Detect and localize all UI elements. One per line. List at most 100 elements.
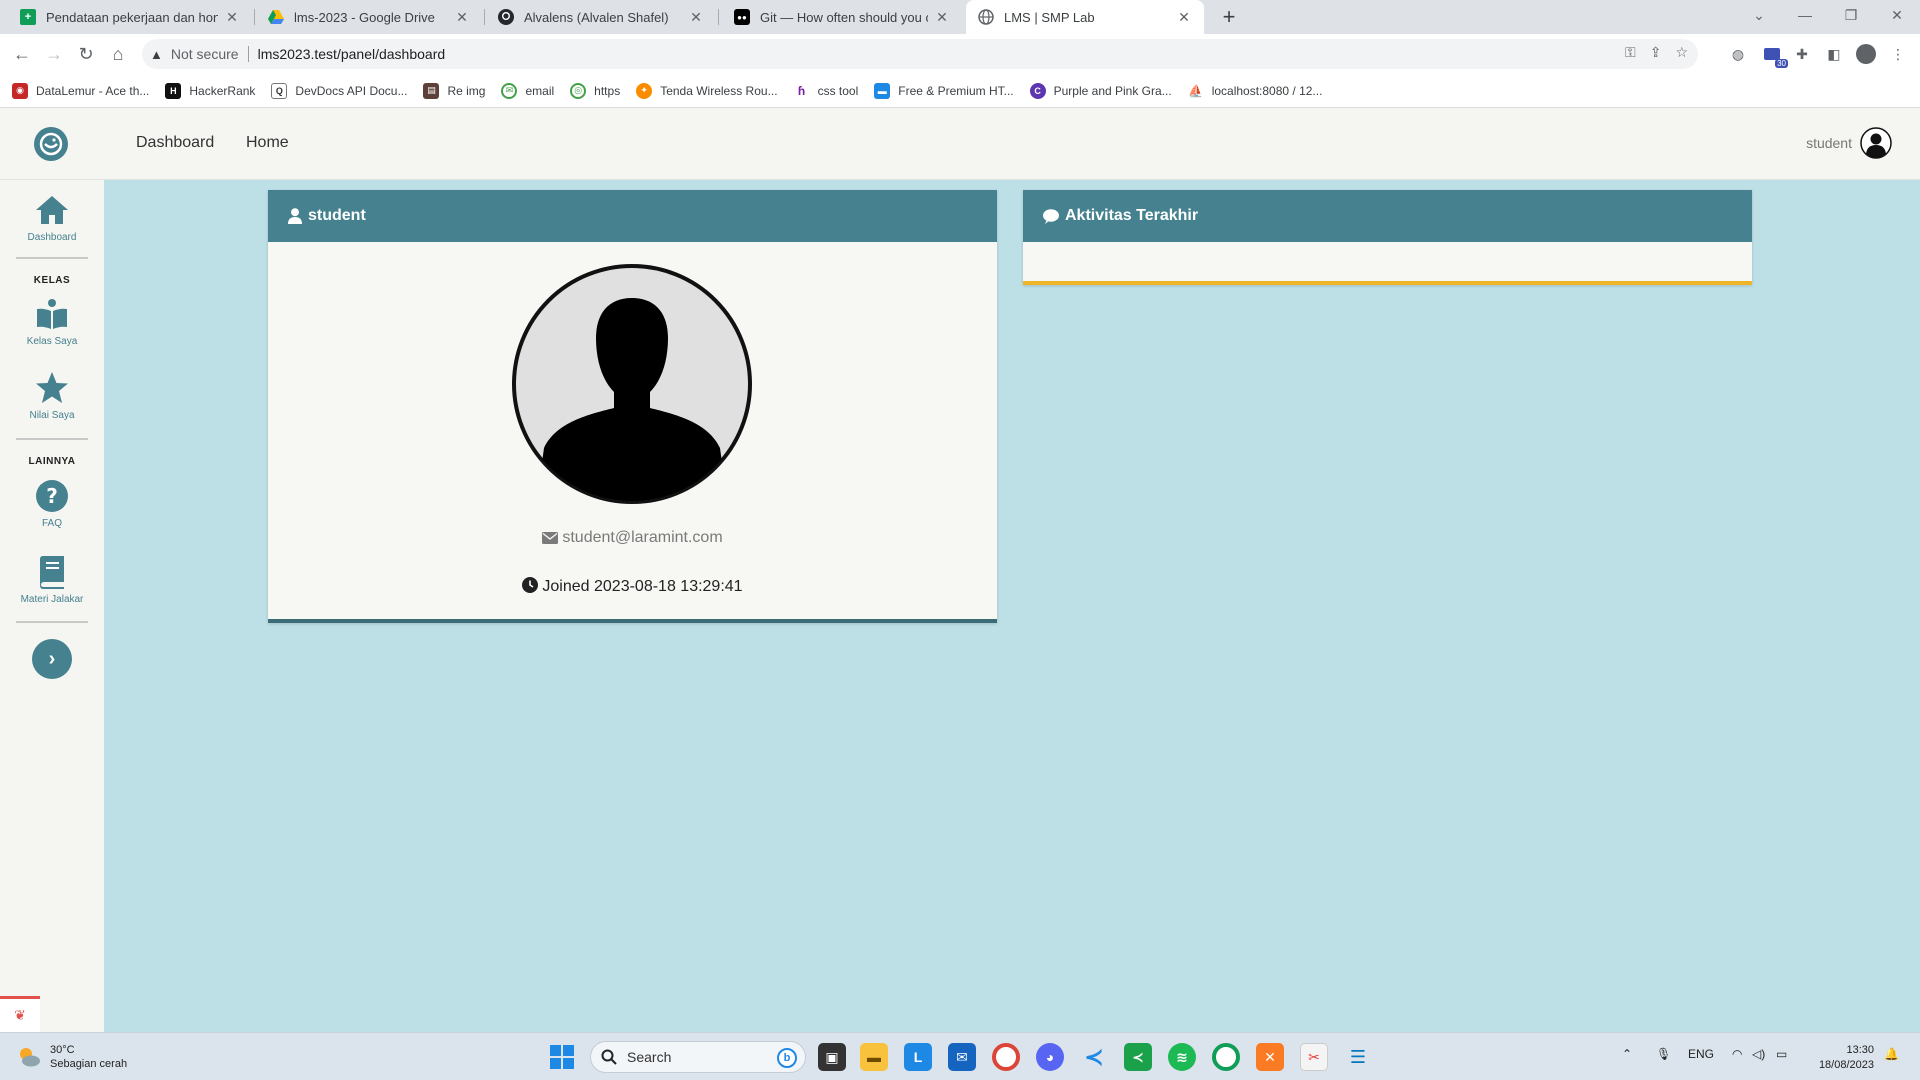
snipping-tool-icon[interactable]: ✂ [1300,1043,1328,1071]
bookmark-purple-pink[interactable]: C Purple and Pink Gra... [1029,82,1172,99]
sidebar-item-faq[interactable]: ? FAQ [0,478,104,529]
close-tab-icon[interactable]: ✕ [224,9,240,26]
battery-icon[interactable]: ▭ [1776,1047,1787,1061]
app-logo-icon[interactable] [34,127,68,161]
bookmark-free-premium[interactable]: ▬ Free & Premium HT... [874,82,1014,99]
not-secure-label[interactable]: Not secure [171,46,239,62]
key-icon[interactable]: ⚿ [1625,44,1636,61]
tab-search-icon[interactable]: ⌄ [1736,0,1782,30]
vscode-insiders-icon[interactable]: ≺ [1124,1043,1152,1071]
tab-title: lms-2023 - Google Drive [294,9,435,25]
bookmark-hackerrank[interactable]: H HackerRank [165,82,255,99]
url-text[interactable]: lms2023.test/panel/dashboard [258,46,446,62]
windows-start-icon[interactable] [550,1045,574,1069]
drive-icon [268,9,284,25]
puzzle-icon[interactable]: ✚ [1790,42,1814,66]
windows-taskbar: 30°C Sebagian cerah Search b ▣ ▬ L ✉ ◕ ≺… [0,1032,1920,1080]
discord-icon[interactable]: ◕ [1036,1043,1064,1071]
address-bar[interactable]: ▲ Not secure lms2023.test/panel/dashboar… [142,39,1698,69]
taskbar-search[interactable]: Search b [590,1041,806,1073]
chrome-profile-icon[interactable] [1212,1043,1240,1071]
task-view-icon[interactable]: ▣ [818,1043,846,1071]
language-indicator[interactable]: ENG [1688,1047,1714,1061]
sidebar-expand-button[interactable]: › [32,639,72,679]
user-name[interactable]: student [1806,135,1852,151]
minimize-button[interactable]: — [1782,0,1828,30]
bookmark-re-img[interactable]: ▤ Re img [423,82,485,99]
sidebar-item-kelas-saya[interactable]: Kelas Saya [0,296,104,347]
back-icon[interactable]: ← [10,42,34,66]
https-icon: ◎ [570,82,587,99]
notepad-icon[interactable]: ☰ [1344,1043,1372,1071]
sidebar-divider [16,621,88,623]
show-hidden-icons-icon[interactable]: ⌃ [1622,1047,1632,1061]
phpmyadmin-icon: ⛵ [1187,82,1204,99]
laravel-debug-icon[interactable]: ❦ [0,996,40,1032]
bookmark-label: email [525,83,555,98]
activity-card: Aktivitas Terakhir [1023,190,1752,285]
nav-dashboard-link[interactable]: Dashboard [136,134,214,152]
sidebar-item-dashboard[interactable]: Dashboard [0,192,104,243]
browser-tab-bar: + Pendataan pekerjaan dan honor ✕ lms-20… [0,0,1920,34]
bookmark-email[interactable]: ✉ email [501,82,555,99]
chrome-icon[interactable] [992,1043,1020,1071]
side-panel-icon[interactable]: ◧ [1822,42,1846,66]
wifi-icon[interactable]: ◠ [1732,1047,1742,1061]
sidebar-item-label: FAQ [41,518,62,529]
tab-lms-active[interactable]: LMS | SMP Lab ✕ [966,0,1204,34]
question-circle-icon: ? [32,478,72,514]
bookmark-css-tool[interactable]: ɦ css tool [793,82,859,99]
microphone-icon[interactable]: 🎙 [1656,1047,1671,1061]
bookmark-datalemur[interactable]: ◉ DataLemur - Ace th... [12,82,149,99]
github-icon [498,9,514,25]
clock-date: 18/08/2023 [1818,1059,1874,1071]
home-icon[interactable]: ⌂ [106,42,130,66]
star-icon [32,370,72,406]
sidebar-divider [16,438,88,440]
sidebar: Dashboard KELAS Kelas Saya Nilai Saya LA… [0,180,104,1032]
profile-card-title: student [308,207,366,224]
forward-icon[interactable]: → [42,42,66,66]
file-explorer-icon[interactable]: ▬ [860,1043,888,1071]
restore-button[interactable]: ❐ [1828,0,1874,30]
close-window-button[interactable]: ✕ [1874,0,1920,30]
bookmarks-bar: ◉ DataLemur - Ace th... H HackerRank Q DevD… [0,74,1920,108]
extension-badge-icon[interactable]: 30 [1760,42,1788,68]
volume-icon[interactable]: ◁) [1752,1047,1765,1061]
sidebar-item-materi[interactable]: Materi Jalakar [0,554,104,605]
weather-widget[interactable]: 30°C Sebagian cerah [16,1043,127,1071]
tab-pendataan[interactable]: + Pendataan pekerjaan dan honor ✕ [8,0,252,34]
notification-bell-icon[interactable]: 🔔 [1884,1047,1899,1061]
close-tab-icon[interactable]: ✕ [688,9,704,26]
xampp-icon[interactable]: ✕ [1256,1043,1284,1071]
app-l-icon[interactable]: L [904,1043,932,1071]
close-tab-icon[interactable]: ✕ [934,9,950,26]
bookmark-https[interactable]: ◎ https [570,82,620,99]
close-tab-icon[interactable]: ✕ [454,9,470,26]
user-avatar-icon[interactable] [1860,127,1892,159]
tab-git-medium[interactable]: ●● Git — How often should you cor ✕ [722,0,962,34]
close-tab-icon[interactable]: ✕ [1176,9,1192,26]
profile-email-text: student@laramint.com [562,529,723,546]
extension-globe-icon[interactable]: ◍ [1726,42,1750,66]
profile-icon[interactable] [1854,42,1878,66]
tab-google-drive[interactable]: lms-2023 - Google Drive ✕ [256,0,482,34]
warning-icon[interactable]: ▲ [150,47,163,62]
profile-joined-text: Joined 2023-08-18 13:29:41 [542,578,743,595]
bookmark-tenda[interactable]: ✦ Tenda Wireless Rou... [636,82,778,99]
tab-github[interactable]: Alvalens (Alvalen Shafel) ✕ [486,0,716,34]
mail-icon[interactable]: ✉ [948,1043,976,1071]
reload-icon[interactable]: ↻ [74,42,98,66]
share-icon[interactable]: ⇪ [1650,44,1662,61]
menu-icon[interactable]: ⋮ [1886,42,1910,66]
sidebar-item-nilai-saya[interactable]: Nilai Saya [0,370,104,421]
new-tab-button[interactable]: + [1216,4,1242,30]
spotify-icon[interactable]: ≋ [1168,1043,1196,1071]
bookmark-devdocs[interactable]: Q DevDocs API Docu... [271,82,407,99]
vscode-icon[interactable]: ≺ [1080,1043,1108,1071]
bookmark-localhost[interactable]: ⛵ localhost:8080 / 12... [1187,82,1322,99]
bookmark-label: css tool [817,83,859,98]
taskbar-clock[interactable]: 13:30 18/08/2023 [1819,1043,1874,1073]
star-icon[interactable]: ☆ [1675,44,1688,61]
nav-home-link[interactable]: Home [246,134,289,152]
